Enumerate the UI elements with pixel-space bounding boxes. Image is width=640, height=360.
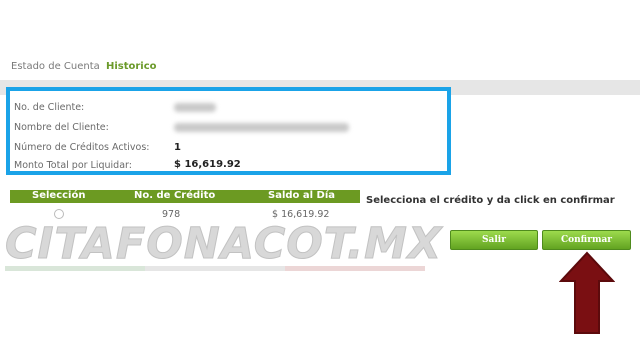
up-arrow-icon xyxy=(559,251,615,334)
header-credit-number: No. de Crédito xyxy=(134,190,216,201)
total-label: Monto Total por Liquidar: xyxy=(14,160,132,171)
client-info-panel: No. de Cliente: Nombre del Cliente: Núme… xyxy=(6,87,451,175)
client-number-value xyxy=(174,103,216,112)
client-name-value xyxy=(174,123,349,132)
header-selection: Selección xyxy=(32,190,86,201)
watermark-stripe-green xyxy=(5,266,145,271)
breadcrumb: Estado de Cuenta Historico xyxy=(11,61,157,72)
breadcrumb-active: Historico xyxy=(105,61,157,72)
client-number-label: No. de Cliente: xyxy=(14,102,85,113)
active-credits-label: Número de Créditos Activos: xyxy=(14,142,150,153)
client-name-label: Nombre del Cliente: xyxy=(14,122,109,133)
header-balance: Saldo al Día xyxy=(268,190,336,201)
instruction-text: Selecciona el crédito y da click en conf… xyxy=(366,195,615,206)
watermark-stripe-white xyxy=(145,266,285,271)
total-value: $ 16,619.92 xyxy=(174,159,241,170)
exit-button[interactable]: Salir xyxy=(450,230,538,250)
credit-select-radio[interactable] xyxy=(54,209,64,219)
watermark-stripe-red xyxy=(285,266,425,271)
credits-table-header: Selección No. de Crédito Saldo al Día xyxy=(10,190,360,203)
breadcrumb-prefix: Estado de Cuenta xyxy=(11,61,100,72)
confirm-button[interactable]: Confirmar xyxy=(542,230,631,250)
active-credits-value: 1 xyxy=(174,142,181,153)
watermark-text: CITAFONACOT.MX xyxy=(4,219,443,270)
